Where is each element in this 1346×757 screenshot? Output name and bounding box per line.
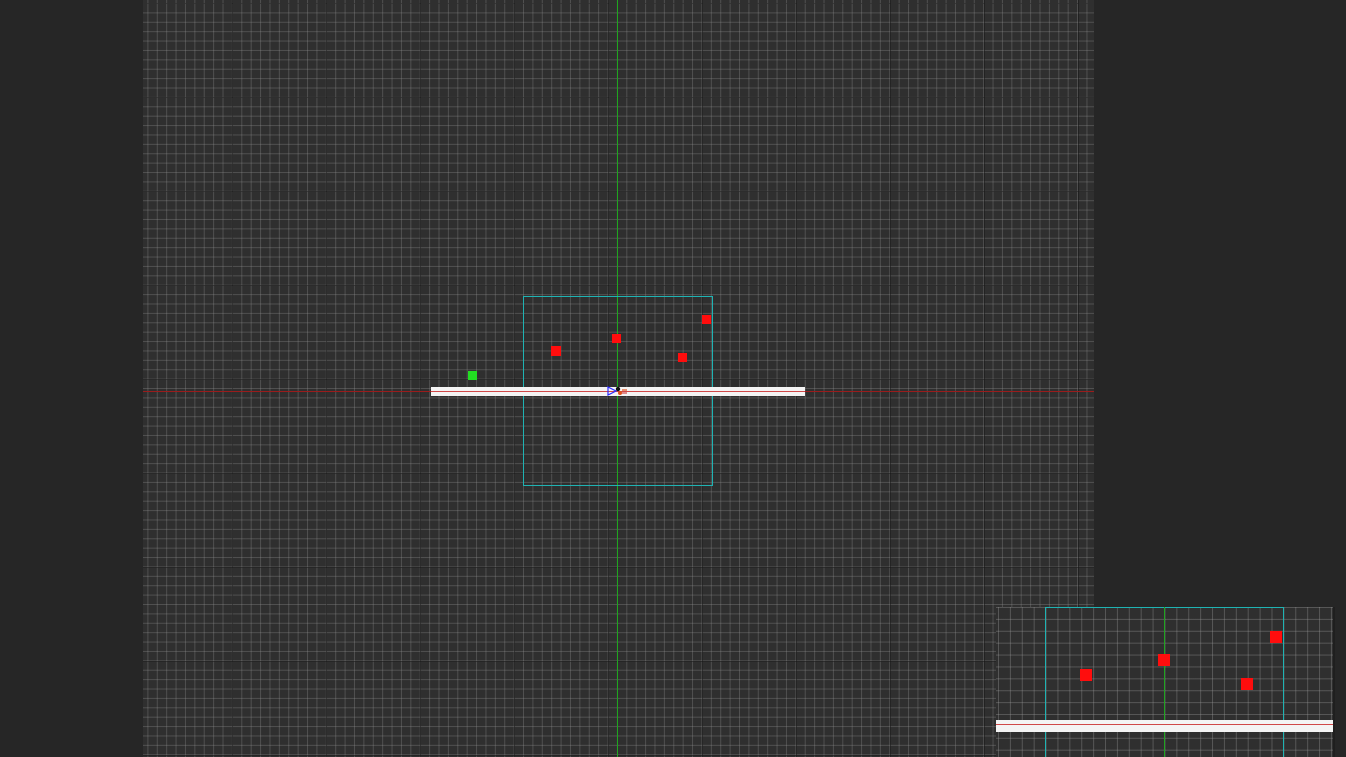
- enemy-marker[interactable]: [551, 346, 561, 356]
- preview-enemy-marker: [1158, 654, 1170, 666]
- game-preview-panel[interactable]: [996, 607, 1333, 757]
- preview-enemy-marker: [1270, 631, 1282, 643]
- spawn-point-marker[interactable]: [468, 371, 477, 380]
- scene-viewport[interactable]: [143, 0, 1094, 757]
- preview-y-axis-line: [1164, 607, 1165, 757]
- enemy-marker[interactable]: [702, 315, 711, 324]
- editor-window: [0, 0, 1346, 757]
- enemy-marker[interactable]: [678, 353, 687, 362]
- preview-enemy-marker: [1241, 678, 1253, 690]
- enemy-marker[interactable]: [612, 334, 621, 343]
- preview-ground-platform: [996, 720, 1333, 732]
- preview-enemy-marker: [1080, 669, 1092, 681]
- player-gizmo-icon[interactable]: [607, 383, 629, 399]
